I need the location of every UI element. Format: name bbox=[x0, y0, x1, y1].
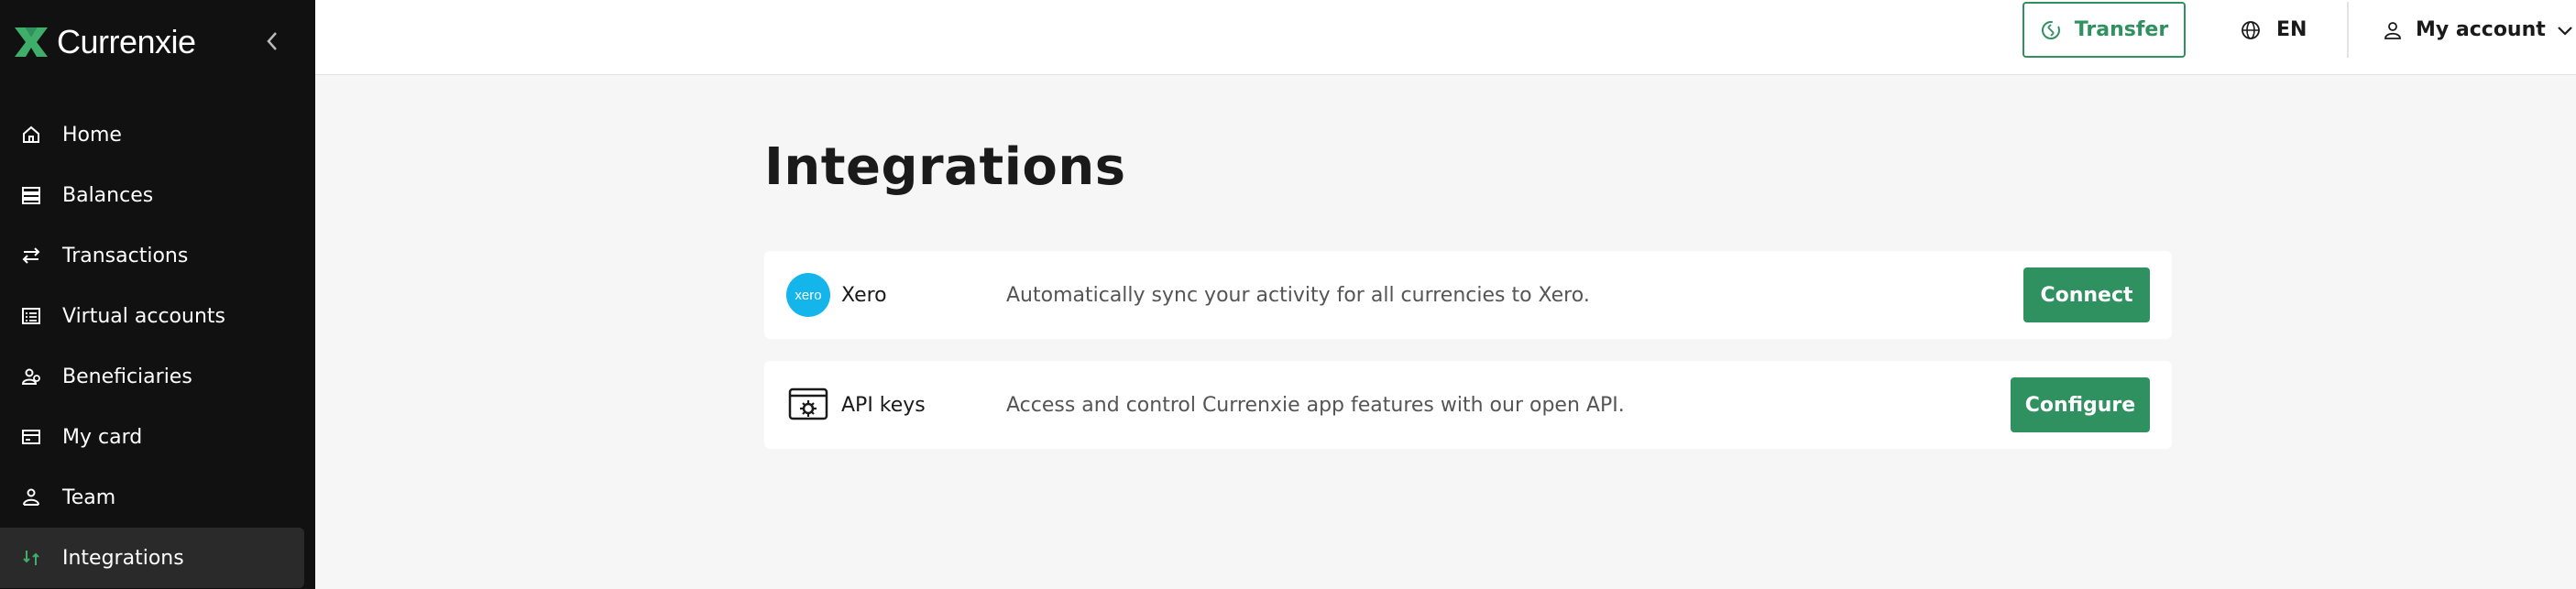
language-selector[interactable]: EN bbox=[2240, 2, 2307, 58]
integration-card-api-keys: API keys Access and control Currenxie ap… bbox=[764, 361, 2172, 449]
page-title: Integrations bbox=[764, 137, 1126, 197]
transactions-icon bbox=[20, 245, 42, 267]
top-bar: Transfer EN My account bbox=[315, 0, 2576, 75]
transfer-button-label: Transfer bbox=[2074, 18, 2169, 41]
sidebar-item-beneficiaries[interactable]: Beneficiaries bbox=[0, 346, 315, 407]
sidebar-item-balances[interactable]: Balances bbox=[0, 165, 315, 225]
home-icon bbox=[20, 124, 42, 146]
globe-icon bbox=[2240, 19, 2262, 41]
sidebar-item-label: Virtual accounts bbox=[62, 304, 225, 328]
chevron-left-icon bbox=[267, 32, 277, 50]
collapse-sidebar-button[interactable] bbox=[259, 28, 285, 54]
topbar-divider bbox=[2347, 2, 2349, 58]
virtual-accounts-icon bbox=[20, 305, 42, 327]
account-menu[interactable]: My account bbox=[2383, 2, 2575, 58]
balances-icon bbox=[20, 184, 42, 206]
sidebar-item-label: Home bbox=[62, 123, 122, 147]
api-keys-icon bbox=[786, 383, 830, 427]
transfer-icon bbox=[2040, 19, 2062, 41]
integration-card-xero: xero Xero Automatically sync your activi… bbox=[764, 251, 2172, 339]
currenxie-logo-icon bbox=[15, 27, 48, 57]
sidebar-nav: Home Balances Transactions Virtual accou… bbox=[0, 104, 315, 588]
brand-name: Currenxie bbox=[57, 23, 196, 60]
integration-description: Automatically sync your activity for all… bbox=[1006, 283, 1590, 307]
integration-name: API keys bbox=[841, 393, 926, 417]
language-label: EN bbox=[2276, 18, 2307, 41]
card-icon bbox=[20, 426, 42, 448]
xero-logo-text: xero bbox=[786, 273, 830, 317]
connect-button[interactable]: Connect bbox=[2023, 267, 2150, 322]
xero-logo-icon: xero bbox=[786, 273, 830, 317]
sidebar-item-team[interactable]: Team bbox=[0, 467, 315, 528]
sidebar-item-label: Beneficiaries bbox=[62, 365, 192, 388]
chevron-down-icon bbox=[2555, 20, 2575, 40]
transfer-button[interactable]: Transfer bbox=[2022, 2, 2186, 58]
sidebar-item-label: My card bbox=[62, 425, 143, 449]
sidebar-item-label: Transactions bbox=[62, 244, 189, 267]
integrations-icon bbox=[20, 547, 42, 569]
sidebar-item-virtual-accounts[interactable]: Virtual accounts bbox=[0, 286, 315, 346]
sidebar-item-integrations[interactable]: Integrations bbox=[0, 528, 304, 588]
sidebar-item-label: Balances bbox=[62, 183, 154, 207]
sidebar-item-transactions[interactable]: Transactions bbox=[0, 225, 315, 286]
integration-description: Access and control Currenxie app feature… bbox=[1006, 393, 1625, 417]
configure-button[interactable]: Configure bbox=[2011, 377, 2150, 432]
integration-name: Xero bbox=[841, 283, 887, 307]
sidebar-item-my-card[interactable]: My card bbox=[0, 407, 315, 467]
brand-logo[interactable]: Currenxie bbox=[13, 23, 196, 60]
sidebar-item-label: Team bbox=[62, 485, 116, 509]
user-icon bbox=[2383, 20, 2403, 40]
sidebar-item-home[interactable]: Home bbox=[0, 104, 315, 165]
sidebar: Currenxie Home Balances Transactions Vir… bbox=[0, 0, 315, 589]
beneficiaries-icon bbox=[20, 365, 42, 387]
sidebar-item-label: Integrations bbox=[62, 546, 184, 570]
team-icon bbox=[20, 486, 42, 508]
account-label: My account bbox=[2416, 18, 2546, 41]
